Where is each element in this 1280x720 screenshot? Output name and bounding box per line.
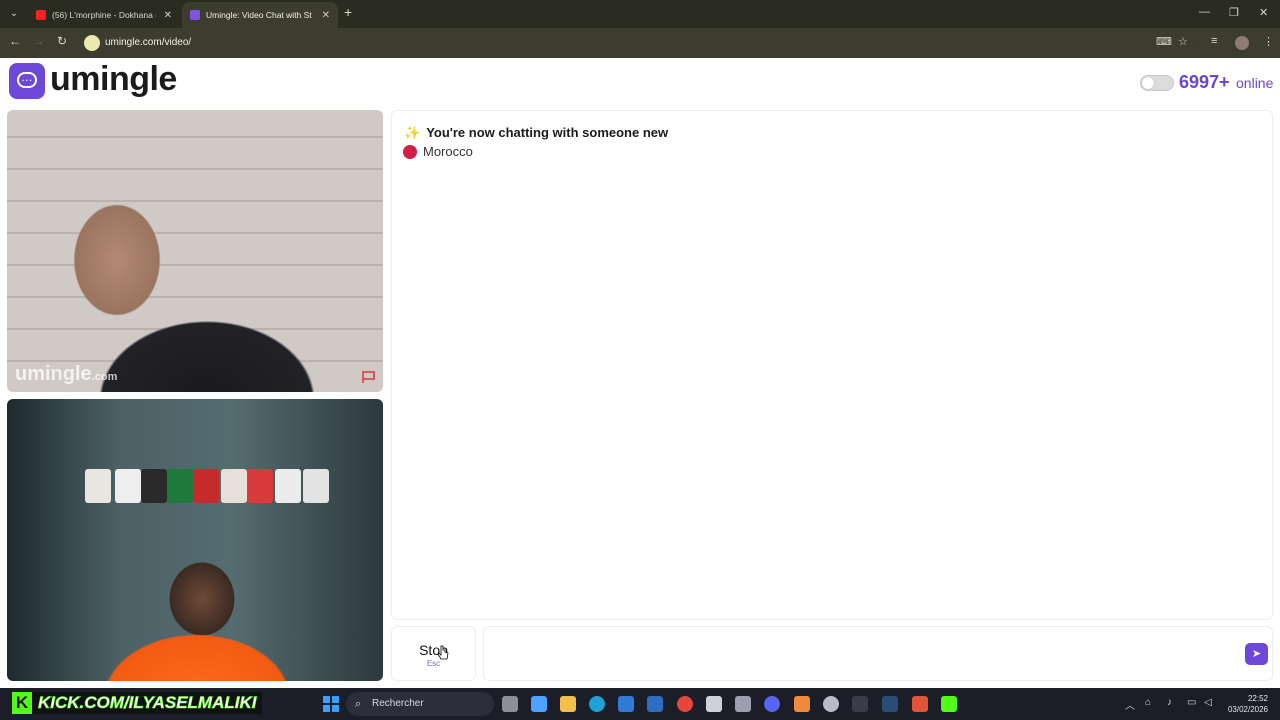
file-explorer-icon[interactable] — [560, 696, 576, 712]
minimize-icon[interactable]: — — [1199, 6, 1210, 18]
toggle-knob — [1142, 77, 1154, 89]
copilot-icon[interactable] — [531, 696, 547, 712]
jersey-image — [221, 469, 247, 503]
kick-banner: K KICK.COM/ILYASELMALIKI — [12, 692, 263, 714]
youtube-icon — [36, 10, 46, 20]
kick-banner-text: KICK.COM/ILYASELMALIKI — [38, 693, 257, 713]
new-tab-icon[interactable]: + — [344, 4, 352, 20]
jersey-image — [303, 469, 329, 503]
remote-video: umingle.com — [7, 110, 383, 392]
xbox-icon[interactable] — [735, 696, 751, 712]
restore-icon[interactable]: ❐ — [1229, 6, 1239, 19]
network-icon[interactable]: ⌂ — [1145, 697, 1151, 708]
online-counter: 6997+ online — [1179, 72, 1273, 93]
taskbar-search[interactable]: ⌕ Rechercher — [346, 692, 494, 716]
dots-icon: ··· — [22, 76, 33, 85]
tab-title: (56) L'morphine - Dokhana (Offi — [52, 10, 156, 20]
address-bar[interactable]: umingle.com/video/ — [80, 31, 1200, 55]
close-tab-icon[interactable]: ✕ — [164, 10, 172, 21]
app-notify-icon[interactable] — [912, 696, 928, 712]
volume-icon[interactable]: ◁ — [1204, 697, 1212, 708]
send-button[interactable]: ➤ — [1245, 643, 1268, 665]
outlook-icon[interactable] — [647, 696, 663, 712]
stop-button[interactable]: Stop Esc — [391, 626, 476, 681]
online-count: 6997+ — [1179, 72, 1230, 92]
reload-icon[interactable]: ↻ — [57, 34, 67, 48]
task-view-icon[interactable] — [502, 696, 518, 712]
media-controls-icon[interactable]: ≡ — [1211, 35, 1217, 47]
windows-start-icon[interactable] — [323, 696, 339, 712]
logo-text[interactable]: umingle — [50, 60, 177, 99]
watermark-text: umingle — [15, 363, 92, 385]
settings-icon[interactable] — [823, 696, 839, 712]
kick-app-icon[interactable] — [941, 696, 957, 712]
close-window-icon[interactable]: ✕ — [1259, 6, 1268, 19]
forward-icon[interactable]: → — [33, 34, 45, 48]
close-tab-icon[interactable]: ✕ — [322, 10, 330, 21]
profile-avatar-icon[interactable] — [1235, 36, 1249, 50]
stop-label: Stop — [419, 642, 448, 658]
jersey-image — [167, 469, 193, 503]
mouse-pointer-icon — [437, 645, 449, 660]
translate-icon[interactable]: ⌨ — [1156, 35, 1172, 48]
edge-icon[interactable] — [589, 696, 605, 712]
theme-toggle[interactable] — [1140, 75, 1174, 91]
local-video — [7, 399, 383, 681]
search-icon: ⌕ — [355, 698, 362, 710]
message-input[interactable] — [483, 626, 1273, 681]
app-feather-icon[interactable] — [852, 696, 868, 712]
site-info-icon[interactable] — [84, 35, 100, 51]
tab-title: Umingle: Video Chat with St — [206, 10, 312, 20]
browser-toolbar: ← → ↻ umingle.com/video/ ⌨ ☆ ≡ ⋮ — [0, 28, 1280, 58]
kick-logo-icon: K — [12, 692, 32, 714]
online-label: online — [1236, 75, 1274, 91]
system-message-text: You're now chatting with someone new — [426, 125, 669, 140]
morocco-flag-icon — [403, 144, 417, 159]
stop-shortcut-hint: Esc — [426, 659, 441, 668]
clock-date: 03/02/2026 — [1227, 705, 1268, 714]
chrome-icon[interactable] — [677, 696, 693, 712]
umingle-favicon-icon — [190, 10, 200, 20]
report-flag-icon[interactable] — [361, 370, 377, 384]
steam-icon[interactable] — [882, 696, 898, 712]
video-watermark: umingle.com — [15, 363, 117, 386]
umingle-logo-icon[interactable]: ··· — [9, 63, 45, 99]
partner-country: Morocco — [403, 144, 473, 159]
taskbar-search-placeholder: Rechercher — [372, 698, 424, 709]
snipping-tool-icon[interactable] — [706, 696, 722, 712]
display-icon[interactable]: ▭ — [1187, 697, 1196, 708]
microphone-icon[interactable]: ♪ — [1167, 697, 1172, 708]
tab-search-icon[interactable]: ⌄ — [6, 6, 22, 22]
system-message: ✨ You're now chatting with someone new — [404, 125, 668, 141]
send-icon: ➤ — [1251, 648, 1262, 660]
menu-kebab-icon[interactable]: ⋮ — [1263, 35, 1274, 48]
clock-time: 22:52 — [1247, 694, 1268, 703]
watermark-suffix: .com — [91, 371, 118, 383]
browser-tab-youtube[interactable]: (56) L'morphine - Dokhana (Offi ✕ — [28, 2, 180, 28]
jersey-image — [85, 469, 111, 503]
taskbar-clock[interactable]: 22:52 03/02/2026 — [1222, 693, 1268, 715]
sparkles-icon: ✨ — [404, 125, 421, 140]
jersey-image — [141, 469, 167, 503]
browser-tab-umingle[interactable]: Umingle: Video Chat with St ✕ — [182, 2, 338, 28]
bookmark-star-icon[interactable]: ☆ — [1178, 35, 1188, 48]
discord-icon[interactable] — [764, 696, 780, 712]
url-text: umingle.com/video/ — [105, 37, 192, 48]
jersey-image — [275, 469, 301, 503]
browser-tab-strip: ⌄ (56) L'morphine - Dokhana (Offi ✕ Umin… — [0, 0, 1280, 28]
store-icon[interactable] — [618, 696, 634, 712]
chevron-up-icon[interactable]: ︿ — [1125, 697, 1135, 712]
country-name: Morocco — [423, 144, 473, 159]
jersey-image — [193, 469, 219, 503]
app-a-icon[interactable] — [794, 696, 810, 712]
jersey-image — [115, 469, 141, 503]
chat-panel: ✨ You're now chatting with someone new Mo… — [391, 110, 1273, 620]
windows-taskbar: K KICK.COM/ILYASELMALIKI ⌕ Rechercher ︿ ⌂… — [0, 688, 1280, 720]
jersey-image — [247, 469, 273, 503]
back-icon[interactable]: ← — [9, 34, 21, 48]
